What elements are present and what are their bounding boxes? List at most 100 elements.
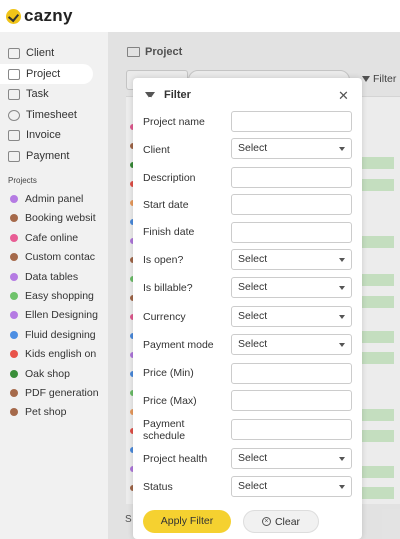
project-item-easy-shopping[interactable]: Easy shopping <box>10 288 105 304</box>
dialog-header: Filter ✕ <box>133 78 362 112</box>
project-label: Ellen Designing <box>25 309 98 321</box>
logo-text: cazny <box>24 6 73 25</box>
project-label: Cafe online <box>25 232 79 244</box>
project-color-dot <box>10 311 18 319</box>
sidebar-item-project[interactable]: Project <box>0 64 93 84</box>
project-color-dot <box>10 195 18 203</box>
project-item-data-tables[interactable]: Data tables <box>10 269 105 285</box>
clock-icon <box>8 109 20 121</box>
project-name-input[interactable] <box>231 111 352 132</box>
sidebar-item-timesheet[interactable]: Timesheet <box>0 105 93 125</box>
clear-button[interactable]: × Clear <box>243 510 319 533</box>
project-label: Oak shop <box>25 368 70 380</box>
app-logo[interactable]: cazny <box>6 6 73 26</box>
status-select[interactable]: Select <box>231 476 352 497</box>
project-health-label: Project health <box>143 453 208 465</box>
project-color-dot <box>10 408 18 416</box>
sidebar-item-label: Client <box>26 47 55 59</box>
status-label: Status <box>143 481 173 493</box>
project-item-cafe-online[interactable]: Cafe online <box>10 230 105 246</box>
start-date-input[interactable] <box>231 194 352 215</box>
project-label: Pet shop <box>25 406 67 418</box>
filter-icon <box>145 92 155 101</box>
close-icon[interactable]: ✕ <box>338 88 349 104</box>
project-item-oak-shop[interactable]: Oak shop <box>10 366 105 382</box>
project-label: Fluid designing <box>25 329 96 341</box>
sidebar-item-label: Task <box>26 88 49 100</box>
client-label: Client <box>143 144 170 156</box>
project-color-dot <box>10 214 18 222</box>
clear-button-label: Clear <box>274 515 301 528</box>
project-color-dot <box>10 331 18 339</box>
invoice-icon <box>8 129 20 141</box>
sidebar-item-client[interactable]: Client <box>0 43 93 63</box>
client-select[interactable]: Select <box>231 138 352 159</box>
project-label: Admin panel <box>25 193 84 205</box>
finish-date-input[interactable] <box>231 222 352 243</box>
price-min-label: Price (Min) <box>143 367 194 379</box>
caret-down-icon <box>339 147 345 151</box>
caret-down-icon <box>339 315 345 319</box>
currency-select[interactable]: Select <box>231 306 352 327</box>
project-item-custom-contact[interactable]: Custom contac <box>10 249 105 265</box>
is-open-select-value: Select <box>238 253 268 265</box>
project-health-select[interactable]: Select <box>231 448 352 469</box>
caret-down-icon <box>339 485 345 489</box>
project-item-pdf-generation[interactable]: PDF generation <box>10 385 105 401</box>
clear-circle-icon: × <box>261 517 271 526</box>
project-item-admin-panel[interactable]: Admin panel <box>10 191 105 207</box>
folder-icon <box>8 68 20 80</box>
sidebar-item-label: Timesheet <box>26 109 77 121</box>
project-health-select-value: Select <box>238 452 268 464</box>
is-open-label: Is open? <box>143 254 184 266</box>
project-color-dot <box>10 370 18 378</box>
project-color-dot <box>10 350 18 358</box>
sidebar-item-payment[interactable]: Payment <box>0 146 93 166</box>
is-billable-select[interactable]: Select <box>231 277 352 298</box>
payment-icon <box>8 150 20 162</box>
payment-mode-select[interactable]: Select <box>231 334 352 355</box>
currency-label: Currency <box>143 311 186 323</box>
task-icon <box>8 88 20 100</box>
start-date-label: Start date <box>143 199 189 211</box>
apply-filter-button[interactable]: Apply Filter <box>143 510 231 533</box>
top-bar: cazny <box>0 0 400 32</box>
description-label: Description <box>143 172 196 184</box>
project-color-dot <box>10 273 18 281</box>
sidebar-item-label: Payment <box>26 150 70 162</box>
description-input[interactable] <box>231 167 352 188</box>
status-select-value: Select <box>238 480 268 492</box>
logo-check-icon <box>6 8 21 24</box>
project-item-fluid-designing[interactable]: Fluid designing <box>10 327 105 343</box>
client-icon <box>8 47 20 59</box>
project-item-kids-english[interactable]: Kids english on <box>10 346 105 362</box>
currency-select-value: Select <box>238 310 268 322</box>
is-billable-select-value: Select <box>238 281 268 293</box>
project-label: PDF generation <box>25 387 99 399</box>
caret-down-icon <box>339 457 345 461</box>
dialog-title: Filter <box>164 89 191 101</box>
payment-mode-select-value: Select <box>238 338 268 350</box>
caret-down-icon <box>339 286 345 290</box>
project-item-ellen-designing[interactable]: Ellen Designing <box>10 307 105 323</box>
project-label: Custom contac <box>25 251 96 263</box>
project-color-dot <box>10 389 18 397</box>
sidebar-item-label: Project <box>26 68 61 80</box>
project-item-pet-shop[interactable]: Pet shop <box>10 404 105 420</box>
project-label: Easy shopping <box>25 290 94 302</box>
projects-heading: Projects <box>8 176 37 185</box>
is-open-select[interactable]: Select <box>231 249 352 270</box>
price-max-label: Price (Max) <box>143 395 197 407</box>
sidebar-item-invoice[interactable]: Invoice <box>0 125 93 145</box>
filter-dialog: Filter ✕ Project name Client Select Desc… <box>133 78 362 539</box>
price-min-input[interactable] <box>231 363 352 384</box>
project-label: Kids english on <box>25 348 97 360</box>
project-name-label: Project name <box>143 116 205 128</box>
price-max-input[interactable] <box>231 390 352 411</box>
client-select-value: Select <box>238 142 268 154</box>
project-item-booking-website[interactable]: Booking websit <box>10 210 105 226</box>
payment-schedule-input[interactable] <box>231 419 352 440</box>
sidebar-item-task[interactable]: Task <box>0 84 93 104</box>
caret-down-icon <box>339 258 345 262</box>
payment-mode-label: Payment mode <box>143 339 214 351</box>
